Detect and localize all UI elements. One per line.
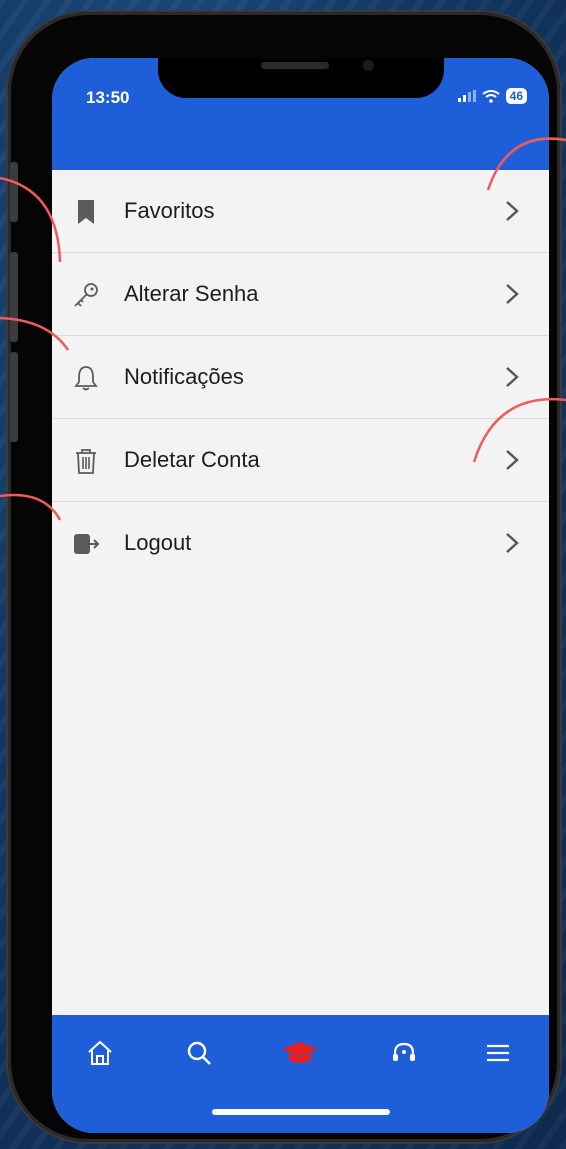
annotation-arcs (0, 137, 566, 521)
